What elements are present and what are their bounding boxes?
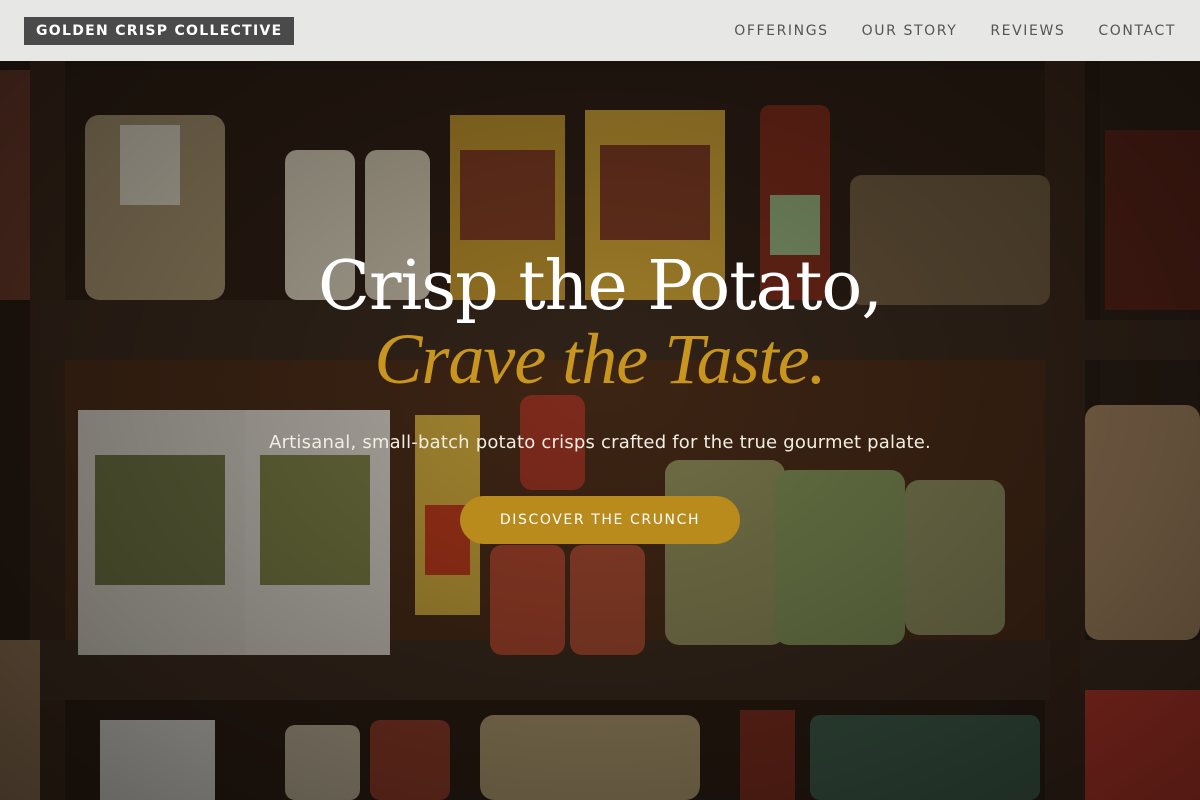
hero-tagline: Artisanal, small-batch potato crisps cra… [269,432,931,453]
main-nav: OFFERINGS OUR STORY REVIEWS CONTACT [734,23,1176,39]
brand-logo[interactable]: GOLDEN CRISP COLLECTIVE [24,16,295,45]
nav-link-reviews[interactable]: REVIEWS [990,23,1065,39]
hero-headline: Crisp the Potato, Crave the Taste. [0,247,1200,399]
hero-headline-accent: Crave the Taste. [374,319,826,399]
nav-link-our-story[interactable]: OUR STORY [862,23,958,39]
hero-headline-line1: Crisp the Potato, [318,247,883,326]
nav-link-offerings[interactable]: OFFERINGS [734,23,828,39]
hero-content: Crisp the Potato, Crave the Taste. Artis… [0,250,1200,544]
nav-link-contact[interactable]: CONTACT [1098,23,1176,39]
site-header: GOLDEN CRISP COLLECTIVE OFFERINGS OUR ST… [0,0,1200,61]
discover-the-crunch-button[interactable]: DISCOVER THE CRUNCH [459,496,741,544]
